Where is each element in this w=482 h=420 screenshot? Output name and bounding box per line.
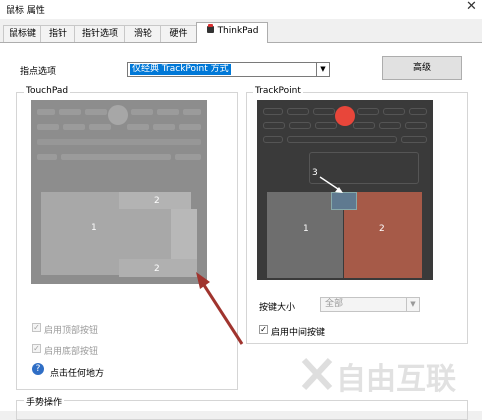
watermark-logo-icon — [301, 357, 333, 391]
tab-thinkpad[interactable]: ThinkPad — [196, 22, 268, 43]
pointing-mode-value: 仅经典 TrackPoint 方式 — [130, 64, 231, 75]
gestures-group — [16, 400, 468, 420]
chevron-down-icon[interactable]: ▼ — [316, 63, 329, 76]
pointing-mode-select[interactable]: 仅经典 TrackPoint 方式 ▼ — [127, 62, 330, 77]
bottom-button-label: 启用底部按钮 — [44, 347, 99, 357]
touchpad-illustration: 1 2 2 — [31, 100, 207, 284]
button-size-value: 全部 — [325, 299, 344, 309]
touchpad-zone-middle — [119, 209, 171, 259]
middle-button-checkbox[interactable]: ✓ — [259, 325, 268, 334]
tab-pointers[interactable]: 指针 — [40, 25, 76, 42]
tab-hardware[interactable]: 硬件 — [160, 25, 197, 42]
tab-pointer-options[interactable]: 指针选项 — [74, 25, 126, 42]
advanced-button[interactable]: 高级 — [382, 56, 462, 80]
close-icon[interactable]: ✕ — [466, 0, 477, 14]
tab-thinkpad-label: ThinkPad — [217, 26, 259, 36]
top-button-checkbox[interactable]: ✓ — [32, 323, 41, 332]
mouse-icon — [206, 24, 214, 33]
trackpoint-group-title: TrackPoint — [253, 86, 303, 96]
help-link[interactable]: 点击任何地方 — [50, 366, 104, 379]
middle-button-label: 启用中间按键 — [271, 328, 326, 338]
trackpoint-dot — [108, 105, 128, 125]
window-title: 鼠标 属性 — [6, 6, 45, 16]
touchpad-zone-right — [171, 209, 197, 259]
zone-label: 3 — [312, 168, 318, 178]
trackpoint-illustration: 3 1 2 — [257, 100, 433, 280]
top-button-label: 启用顶部按钮 — [44, 326, 99, 336]
trackpoint-dot — [335, 106, 355, 126]
title-bar: 鼠标 属性 ✕ — [0, 0, 482, 19]
watermark: 自由互联 — [336, 362, 456, 397]
bottom-button-checkbox[interactable]: ✓ — [32, 344, 41, 353]
tab-strip: 鼠标键 指针 指针选项 滑轮 硬件 ThinkPad — [0, 22, 482, 43]
button-size-label: 按键大小 — [259, 303, 296, 313]
arrow-icon — [319, 176, 343, 193]
annotation-arrow-icon — [196, 272, 244, 345]
zone-label: 1 — [303, 224, 309, 234]
tab-buttons[interactable]: 鼠标键 — [3, 25, 42, 42]
chevron-down-icon[interactable]: ▼ — [406, 298, 419, 311]
zone-label: 2 — [154, 196, 160, 206]
gestures-group-title: 手势操作 — [24, 395, 65, 408]
touchpad-zone-left — [41, 192, 119, 275]
tab-wheel[interactable]: 滑轮 — [124, 25, 162, 42]
pointing-options-label: 指点选项 — [20, 67, 57, 77]
zone-label: 2 — [154, 264, 160, 274]
zone-label: 2 — [379, 224, 385, 234]
help-icon[interactable]: ? — [32, 363, 44, 375]
touchpad-group-title: TouchPad — [24, 86, 71, 96]
button-size-select[interactable]: 全部 ▼ — [320, 297, 420, 312]
zone-label: 1 — [91, 223, 97, 233]
